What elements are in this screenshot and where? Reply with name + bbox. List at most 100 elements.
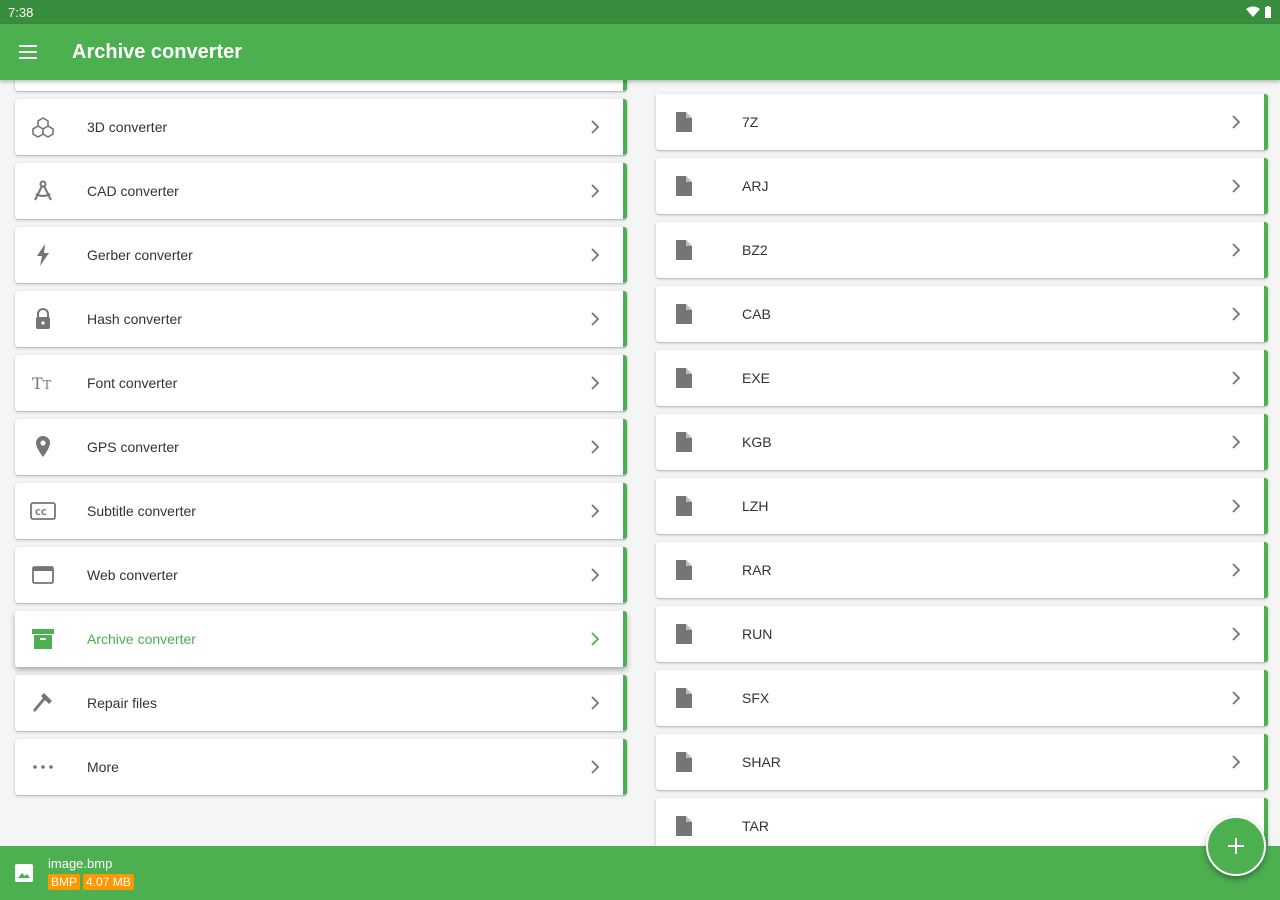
format-label: BZ2 (742, 242, 768, 258)
format-label: 7Z (742, 114, 759, 130)
file-info: image.bmp BMP 4.07 MB (48, 856, 134, 890)
chevron-right-icon (575, 227, 615, 283)
chevron-right-icon (1216, 606, 1256, 662)
archive-box-icon (15, 611, 71, 667)
file-size-badge: 4.07 MB (83, 874, 134, 890)
format-item-rar[interactable]: RAR (656, 542, 1268, 598)
sidebar-item-web-converter[interactable]: Web converter (15, 547, 627, 603)
chevron-right-icon (1216, 350, 1256, 406)
format-label: ARJ (742, 178, 769, 194)
sidebar-item-subtitle-converter[interactable]: CC Subtitle converter (15, 483, 627, 539)
format-label: EXE (742, 370, 771, 386)
format-item-sfx[interactable]: SFX (656, 670, 1268, 726)
compass-icon (15, 163, 71, 219)
file-badges: BMP 4.07 MB (48, 874, 134, 890)
file-name: image.bmp (48, 856, 113, 871)
sidebar-item-label: CAD converter (87, 183, 179, 199)
location-pin-icon (15, 419, 71, 475)
app-bar: Archive converter (0, 24, 1280, 80)
image-file-icon (0, 846, 48, 900)
format-item-arj[interactable]: ARJ (656, 158, 1268, 214)
sidebar-item-more[interactable]: More (15, 739, 627, 795)
format-item-bz2[interactable]: BZ2 (656, 222, 1268, 278)
sidebar-item-archive-converter[interactable]: Archive converter (15, 611, 627, 667)
status-time: 7:38 (8, 4, 34, 20)
hammer-icon (15, 675, 71, 731)
chevron-right-icon (575, 99, 615, 155)
chevron-right-icon (1216, 286, 1256, 342)
format-label: RUN (742, 626, 773, 642)
file-icon (656, 606, 712, 662)
menu-button[interactable] (0, 24, 56, 80)
file-icon (656, 414, 712, 470)
sidebar-item-label: Repair files (87, 695, 158, 711)
status-icons (1246, 6, 1272, 18)
file-icon (656, 158, 712, 214)
plus-icon (1228, 838, 1244, 854)
chevron-right-icon (1216, 478, 1256, 534)
sidebar-item-gps-converter[interactable]: GPS converter (15, 419, 627, 475)
format-label: SFX (742, 690, 770, 706)
format-label: KGB (742, 434, 772, 450)
wifi-icon (1246, 6, 1260, 17)
sidebar-item-label: More (87, 759, 119, 775)
format-item-shar[interactable]: SHAR (656, 734, 1268, 790)
format-item-run[interactable]: RUN (656, 606, 1268, 662)
font-icon: TT (15, 355, 71, 411)
chevron-right-icon (575, 739, 615, 795)
file-icon (656, 734, 712, 790)
closed-caption-icon: CC (15, 483, 71, 539)
converter-list[interactable]: Markup converter 3D converter CAD converte… (0, 80, 640, 846)
format-label: LZH (742, 498, 769, 514)
format-label: CAB (742, 306, 771, 322)
sidebar-item-label: 3D converter (87, 119, 168, 135)
sidebar-item-label: GPS converter (87, 439, 179, 455)
lightning-icon (15, 227, 71, 283)
chevron-right-icon (575, 611, 615, 667)
add-file-button[interactable] (1206, 816, 1266, 876)
markup-icon (15, 80, 71, 91)
format-item-lzh[interactable]: LZH (656, 478, 1268, 534)
format-label: SHAR (742, 754, 781, 770)
format-item-tar[interactable]: TAR (656, 798, 1268, 846)
menu-icon (19, 45, 37, 59)
file-type-badge: BMP (48, 874, 81, 890)
selected-file-bar[interactable]: image.bmp BMP 4.07 MB (0, 846, 1280, 900)
sidebar-item-font-converter[interactable]: T T Font converter (15, 355, 627, 411)
svg-text:T: T (43, 378, 51, 392)
sidebar-item-hash-converter[interactable]: Hash converter (15, 291, 627, 347)
file-icon (656, 478, 712, 534)
svg-text:T: T (32, 374, 43, 393)
sidebar-item-cad-converter[interactable]: CAD converter (15, 163, 627, 219)
sidebar-item-gerber-converter[interactable]: Gerber converter (15, 227, 627, 283)
format-label: TAR (742, 818, 769, 834)
format-list[interactable]: 7Z ARJ BZ2 CAB EXE KGB LZH RAR RUN SFX SHAR TAR (640, 80, 1280, 846)
cube-3d-icon (15, 99, 71, 155)
sidebar-item-3d-converter[interactable]: 3D converter (15, 99, 627, 155)
sidebar-item-label: Font converter (87, 375, 178, 391)
chevron-right-icon (1216, 414, 1256, 470)
sidebar-item-markup-converter[interactable]: Markup converter (15, 80, 627, 91)
sidebar-item-label: Hash converter (87, 311, 182, 327)
chevron-right-icon (1216, 670, 1256, 726)
chevron-right-icon (575, 419, 615, 475)
format-item-7z[interactable]: 7Z (656, 94, 1268, 150)
battery-icon (1265, 6, 1271, 18)
format-item-cab[interactable]: CAB (656, 286, 1268, 342)
file-icon (656, 798, 712, 846)
chevron-right-icon (1216, 222, 1256, 278)
sidebar-item-label: Gerber converter (87, 247, 193, 263)
chevron-right-icon (575, 80, 615, 91)
format-item-kgb[interactable]: KGB (656, 414, 1268, 470)
chevron-right-icon (575, 483, 615, 539)
format-item-exe[interactable]: EXE (656, 350, 1268, 406)
sidebar-item-label: Subtitle converter (87, 503, 196, 519)
chevron-right-icon (575, 675, 615, 731)
chevron-right-icon (1216, 158, 1256, 214)
chevron-right-icon (575, 547, 615, 603)
lock-icon (15, 291, 71, 347)
page-title: Archive converter (72, 40, 243, 63)
svg-text:CC: CC (35, 508, 47, 517)
sidebar-item-repair-files[interactable]: Repair files (15, 675, 627, 731)
file-icon (656, 350, 712, 406)
